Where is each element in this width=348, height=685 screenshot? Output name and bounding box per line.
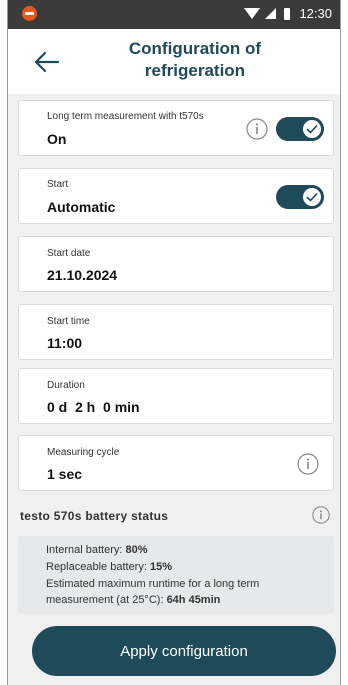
back-button[interactable]	[32, 49, 60, 75]
replaceable-battery-value: 15%	[149, 561, 172, 573]
long-term-toggle[interactable]	[276, 117, 324, 141]
runtime-value: 64h 45min	[166, 594, 221, 606]
battery-icon	[284, 7, 291, 20]
settings-content: Long term measurement with t570s On Star…	[8, 94, 340, 685]
start-time-value: 11:00	[47, 335, 83, 351]
long-term-info-button[interactable]	[246, 118, 268, 140]
internal-battery-value: 80%	[125, 544, 148, 556]
start-label: Start	[47, 179, 69, 190]
page-title: Configuration of refrigeration	[70, 38, 320, 82]
arrow-left-icon	[34, 51, 60, 73]
internal-battery-label: Internal battery:	[46, 544, 126, 556]
measuring-cycle-value: 1 sec	[47, 466, 83, 482]
battery-status-title: testo 570s battery status	[20, 509, 169, 523]
testo-app-icon	[22, 6, 37, 21]
replaceable-battery: Replaceable battery: 15%	[46, 561, 172, 573]
start-value: Automatic	[47, 199, 116, 215]
measuring-cycle-field[interactable]: Measuring cycle 1 sec	[18, 435, 334, 491]
long-term-value: On	[47, 131, 67, 147]
wifi-icon	[244, 8, 261, 19]
start-toggle[interactable]	[276, 185, 324, 209]
start-time-field[interactable]: Start time 11:00	[18, 304, 334, 360]
duration-label: Duration	[47, 380, 85, 391]
signal-icon	[265, 8, 277, 19]
check-icon	[306, 192, 318, 202]
info-icon	[312, 506, 330, 524]
measuring-cycle-info-button[interactable]	[297, 453, 319, 475]
status-bar: 12:30	[8, 0, 340, 29]
status-icons: 12:30	[244, 6, 332, 21]
runtime-line2: measurement (at 25°C): 64h 45min	[46, 594, 220, 606]
measuring-cycle-label: Measuring cycle	[47, 447, 120, 458]
apply-configuration-button[interactable]: Apply configuration	[32, 626, 336, 676]
info-icon	[297, 453, 319, 475]
status-time: 12:30	[299, 6, 332, 21]
long-term-label: Long term measurement with t570s	[47, 111, 204, 122]
info-icon	[246, 118, 268, 140]
start-date-value: 21.10.2024	[47, 267, 118, 283]
internal-battery: Internal battery: 80%	[46, 544, 148, 556]
runtime-label: measurement (at 25°C):	[46, 594, 167, 606]
start-date-field[interactable]: Start date 21.10.2024	[18, 236, 334, 292]
replaceable-battery-label: Replaceable battery:	[46, 561, 150, 573]
app-header: Configuration of refrigeration	[8, 29, 340, 94]
page-title-line2: refrigeration	[144, 61, 246, 80]
duration-value: 0 d 2 h 0 min	[47, 399, 140, 415]
page-title-line1: Configuration of	[128, 39, 262, 58]
check-icon	[306, 124, 318, 134]
battery-status-box: Internal battery: 80% Replaceable batter…	[18, 536, 334, 614]
long-term-measurement-card: Long term measurement with t570s On	[18, 100, 334, 156]
phone-screen: 12:30 Configuration of refrigeration Lon…	[8, 0, 340, 685]
runtime-line1: Estimated maximum runtime for a long ter…	[46, 578, 260, 590]
right-divider	[340, 0, 341, 685]
start-time-label: Start time	[47, 316, 90, 327]
duration-field[interactable]: Duration 0 d 2 h 0 min	[18, 368, 334, 424]
start-card: Start Automatic	[18, 168, 334, 224]
start-date-label: Start date	[47, 248, 91, 259]
battery-info-button[interactable]	[312, 506, 330, 524]
